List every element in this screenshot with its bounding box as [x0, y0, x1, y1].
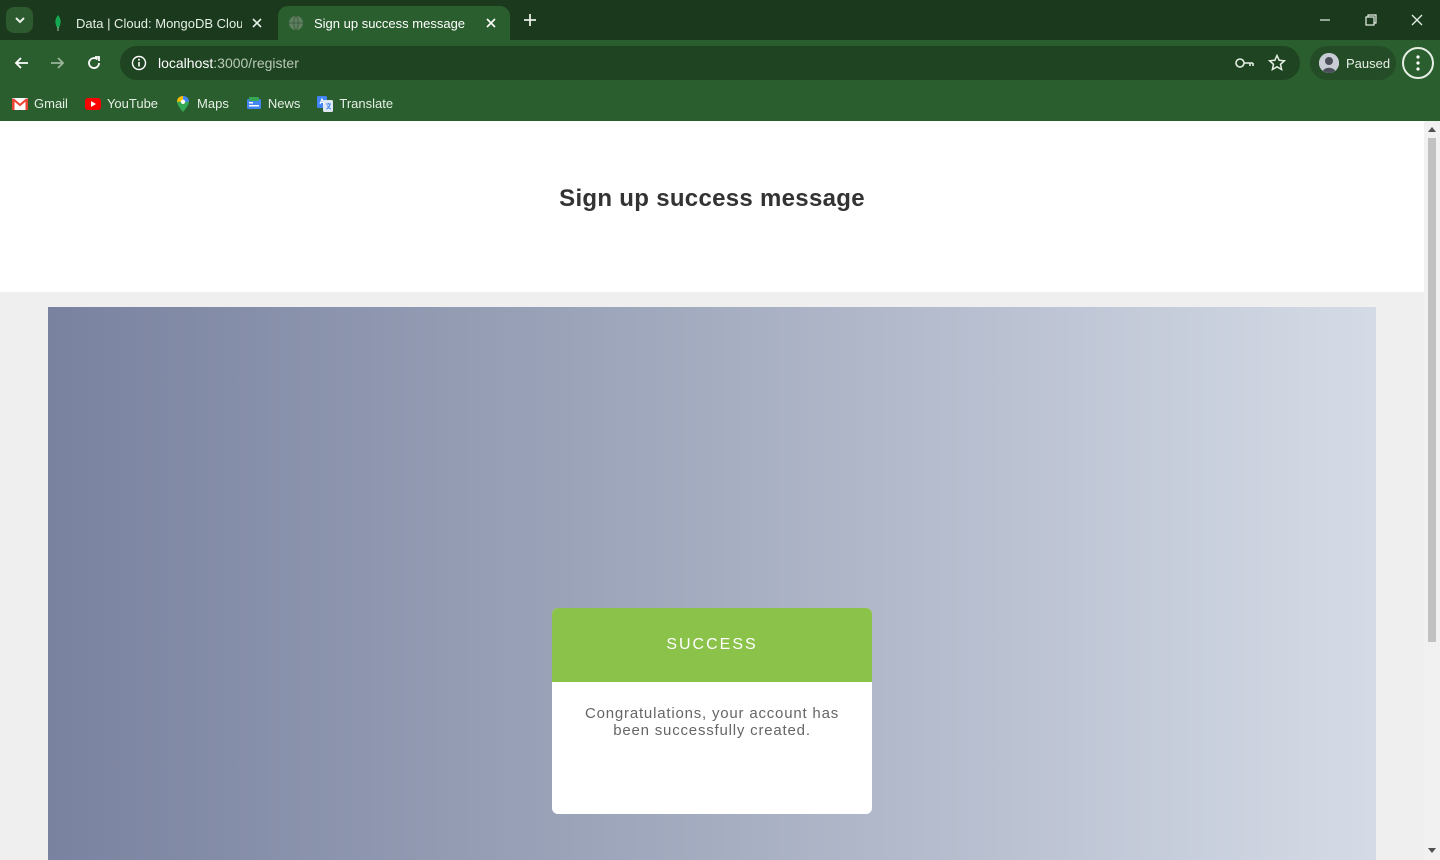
tab-search-button[interactable] — [6, 7, 33, 33]
close-icon — [1411, 14, 1423, 26]
minimize-icon — [1320, 19, 1330, 21]
scroll-up-icon[interactable] — [1428, 125, 1436, 133]
arrow-right-icon — [51, 57, 65, 69]
mongodb-leaf-icon — [50, 15, 66, 31]
profile-status: Paused — [1346, 55, 1391, 71]
chevron-down-icon — [14, 17, 25, 24]
tab-title: Sign up success message — [314, 15, 466, 31]
reload-button[interactable] — [80, 49, 108, 77]
success-panel: SUCCESS Congratulations, your account ha… — [48, 307, 1376, 860]
success-card: SUCCESS Congratulations, your account ha… — [552, 608, 872, 814]
page-viewport: Sign up success message SUCCESS Congratu… — [0, 121, 1424, 860]
close-icon[interactable] — [482, 14, 500, 32]
page-scrollbar[interactable] — [1424, 121, 1440, 860]
news-icon — [246, 96, 262, 112]
success-card-header: SUCCESS — [552, 608, 872, 682]
new-tab-button[interactable] — [518, 10, 542, 30]
restore-button[interactable] — [1348, 0, 1394, 40]
page-title: Sign up success message — [559, 185, 865, 212]
password-key-icon[interactable] — [1235, 53, 1255, 73]
minimize-button[interactable] — [1302, 0, 1348, 40]
bookmark-youtube[interactable]: YouTube — [84, 96, 159, 112]
reload-icon — [88, 56, 100, 69]
window-close-button[interactable] — [1394, 0, 1440, 40]
url-host: localhost — [158, 55, 214, 71]
url-path: :3000/register — [213, 55, 299, 71]
back-button[interactable] — [8, 49, 36, 77]
restore-icon — [1365, 14, 1377, 26]
plus-icon — [524, 14, 536, 26]
browser-toolbar: localhost:3000/register Paused — [0, 40, 1440, 86]
site-info-icon[interactable] — [122, 55, 156, 71]
bookmarks-bar: Gmail YouTube Maps News Translate — [0, 86, 1440, 121]
scroll-down-icon[interactable] — [1428, 847, 1436, 855]
bookmark-label: Gmail — [34, 96, 68, 111]
avatar — [1319, 53, 1339, 73]
success-message: Congratulations, your account has been s… — [584, 705, 840, 739]
tab-title: Data | Cloud: MongoDB Cloud — [76, 15, 242, 31]
bookmark-gmail[interactable]: Gmail — [12, 96, 68, 112]
url-text: localhost:3000/register — [158, 55, 299, 71]
browser-menu-button[interactable] — [1402, 47, 1434, 79]
bookmark-star-icon[interactable] — [1267, 53, 1287, 73]
address-bar[interactable]: localhost:3000/register — [120, 46, 1300, 80]
more-vertical-icon — [1416, 55, 1420, 71]
bookmark-label: YouTube — [106, 96, 159, 111]
bookmark-translate[interactable]: Translate — [317, 95, 394, 112]
tab-mongodb[interactable]: Data | Cloud: MongoDB Cloud — [40, 6, 276, 40]
arrow-left-icon — [14, 57, 28, 69]
bookmark-label: Translate — [339, 96, 394, 111]
tab-strip: Data | Cloud: MongoDB Cloud Sign up succ… — [0, 0, 1440, 40]
scrollbar-thumb[interactable] — [1428, 138, 1436, 642]
forward-button[interactable] — [43, 49, 71, 77]
close-icon[interactable] — [248, 14, 266, 32]
page-header: Sign up success message — [0, 121, 1424, 292]
bookmark-maps[interactable]: Maps — [175, 95, 229, 112]
bookmark-news[interactable]: News — [246, 96, 301, 112]
maps-icon — [175, 95, 191, 112]
profile-button[interactable]: Paused — [1310, 46, 1396, 80]
youtube-icon — [84, 96, 101, 112]
tab-sign-up[interactable]: Sign up success message — [278, 6, 510, 40]
gmail-icon — [12, 96, 28, 112]
translate-icon — [317, 95, 334, 112]
bookmark-label: News — [267, 96, 301, 111]
bookmark-label: Maps — [197, 96, 229, 111]
globe-icon — [288, 15, 304, 31]
